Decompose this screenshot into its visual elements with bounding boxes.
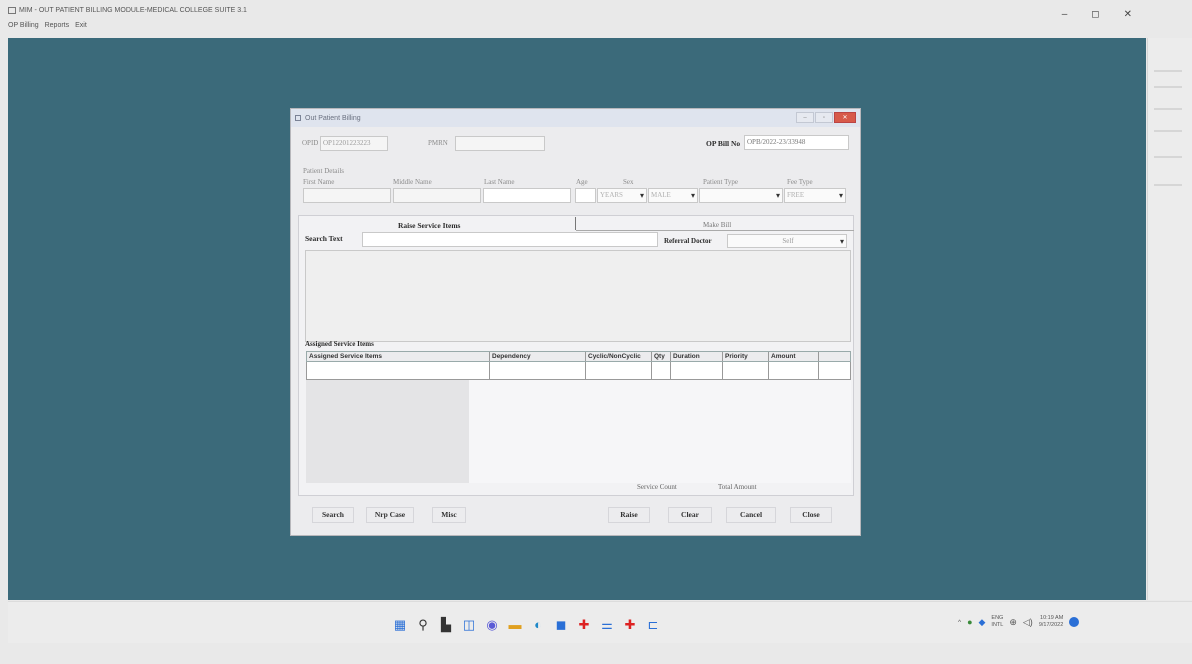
clock-time: 10:19 AM	[1040, 615, 1064, 621]
store-icon[interactable]: ◼	[553, 617, 569, 633]
assigned-items-heading: Assigned Service Items	[305, 340, 374, 348]
region-label: INTL	[991, 622, 1004, 628]
menu-reports[interactable]: Reports	[45, 22, 70, 29]
task-view-icon[interactable]: ◫	[461, 617, 477, 633]
col-duration[interactable]: Duration	[671, 352, 723, 361]
last-name-label: Last Name	[484, 178, 515, 186]
volume-icon[interactable]: ◁)	[1023, 617, 1033, 628]
tab-divider	[575, 217, 576, 230]
middle-name-field[interactable]	[393, 188, 481, 203]
service-count-label: Service Count	[637, 483, 677, 491]
medical-app-icon[interactable]: ✚	[576, 617, 592, 633]
opid-label: OPID	[302, 139, 319, 147]
search-icon[interactable]: ⚲	[415, 617, 431, 633]
menu-bar: OP Billing Reports Exit	[8, 22, 87, 29]
assigned-items-header: Assigned Service Items Dependency Cyclic…	[306, 351, 851, 362]
table-row[interactable]	[306, 362, 851, 380]
notification-icon[interactable]	[1069, 617, 1080, 627]
minimize-button[interactable]: –	[1062, 9, 1068, 20]
fee-type-label: Fee Type	[787, 178, 813, 186]
col-dependency[interactable]: Dependency	[490, 352, 586, 361]
system-tray: ^ ● ◆ ENG INTL ⊕ ◁) 10:19 AM 9/17/2022	[958, 615, 1080, 629]
cancel-button[interactable]: Cancel	[726, 507, 776, 523]
chat-icon[interactable]: ◉	[484, 617, 500, 633]
age-label: Age	[576, 178, 588, 186]
start-icon[interactable]: ▦	[392, 617, 408, 633]
chevron-up-icon[interactable]: ^	[958, 619, 961, 626]
op-bill-no-field[interactable]: OPB/2022-23/33948	[744, 135, 849, 150]
fee-type-select[interactable]: FREE	[784, 188, 846, 203]
dialog-title-bar: Out Patient Billing – ▫ ✕	[291, 109, 860, 127]
age-unit-select[interactable]: YEARS	[597, 188, 647, 203]
tab-make-bill[interactable]: Make Bill	[703, 221, 731, 229]
language-indicator[interactable]: ENG INTL	[991, 615, 1003, 629]
misc-button[interactable]: Misc	[432, 507, 466, 523]
patient-type-select[interactable]	[699, 188, 783, 203]
close-dialog-button[interactable]: Close	[790, 507, 832, 523]
dialog-icon	[295, 115, 301, 121]
opid-field[interactable]: OP12201223223	[320, 136, 388, 151]
sex-label: Sex	[623, 178, 634, 186]
referral-doctor-label: Referral Doctor	[664, 237, 712, 245]
app-icon	[8, 7, 16, 14]
middle-name-label: Middle Name	[393, 178, 432, 186]
col-amount[interactable]: Amount	[769, 352, 819, 361]
clear-button[interactable]: Clear	[668, 507, 712, 523]
search-results-area[interactable]	[305, 250, 851, 342]
raise-button[interactable]: Raise	[608, 507, 650, 523]
medical-app-2-icon[interactable]: ✚	[622, 617, 638, 633]
search-button[interactable]: Search	[312, 507, 354, 523]
pmrn-field[interactable]	[455, 136, 545, 151]
first-name-label: First Name	[303, 178, 335, 186]
col-qty[interactable]: Qty	[652, 352, 671, 361]
sex-select[interactable]: MALE	[648, 188, 698, 203]
age-field[interactable]	[575, 188, 596, 203]
pmrn-label: PMRN	[428, 139, 448, 147]
right-panel	[1147, 38, 1192, 600]
maximize-button[interactable]: ◻	[1091, 9, 1099, 20]
clock-date: 9/17/2022	[1038, 622, 1064, 628]
col-cyclic-noncyclic[interactable]: Cyclic/NonCyclic	[586, 352, 652, 361]
menu-exit[interactable]: Exit	[75, 22, 87, 29]
edge-browser-icon[interactable]: ◐	[530, 617, 546, 633]
taskbar-icons: ▦ ⚲ ▙ ◫ ◉ ▬ ◐ ◼ ✚ ⚌ ✚ ⊏	[392, 617, 661, 633]
patient-details-heading: Patient Details	[303, 167, 345, 175]
widgets-icon[interactable]: ▙	[438, 617, 454, 633]
search-text-field[interactable]	[362, 232, 658, 247]
dialog-minimize-button[interactable]: –	[796, 112, 814, 123]
first-name-field[interactable]	[303, 188, 391, 203]
dialog-title: Out Patient Billing	[305, 114, 361, 122]
menu-op-billing[interactable]: OP Billing	[8, 22, 39, 29]
tab-underline	[576, 230, 854, 231]
grid-shaded-area	[306, 380, 469, 483]
col-extra	[819, 352, 848, 361]
col-priority[interactable]: Priority	[723, 352, 769, 361]
nrp-case-button[interactable]: Nrp Case	[366, 507, 414, 523]
close-button[interactable]: ✕	[1124, 9, 1132, 20]
tab-raise-service-items[interactable]: Raise Service Items	[398, 221, 460, 230]
patient-type-label: Patient Type	[703, 178, 738, 186]
referral-doctor-select[interactable]: Self	[727, 234, 847, 248]
app-icon-blue[interactable]: ⚌	[599, 617, 615, 633]
mim-app-icon[interactable]: ⊏	[645, 617, 661, 633]
op-bill-no-label: OP Bill No	[706, 139, 741, 148]
tray-app-2-icon[interactable]: ◆	[979, 617, 986, 628]
dialog-controls: – ▫ ✕	[796, 112, 856, 123]
clock[interactable]: 10:19 AM 9/17/2022	[1039, 615, 1063, 629]
last-name-field[interactable]	[483, 188, 571, 203]
search-text-label: Search Text	[305, 234, 343, 243]
app-title-text: MIM - OUT PATIENT BILLING MODULE-MEDICAL…	[19, 7, 247, 14]
lang-label: ENG	[991, 615, 1004, 621]
grid-empty-area	[469, 380, 851, 483]
app-title: MIM - OUT PATIENT BILLING MODULE-MEDICAL…	[8, 7, 247, 14]
dialog-close-button[interactable]: ✕	[834, 112, 856, 123]
total-amount-label: Total Amount	[718, 483, 757, 491]
file-explorer-icon[interactable]: ▬	[507, 617, 523, 633]
window-controls: – ◻ ✕	[1062, 9, 1132, 20]
tray-app-icon[interactable]: ●	[967, 617, 972, 627]
col-assigned-service-items[interactable]: Assigned Service Items	[307, 352, 490, 361]
dialog-maximize-button[interactable]: ▫	[815, 112, 833, 123]
network-icon[interactable]: ⊕	[1009, 617, 1017, 628]
